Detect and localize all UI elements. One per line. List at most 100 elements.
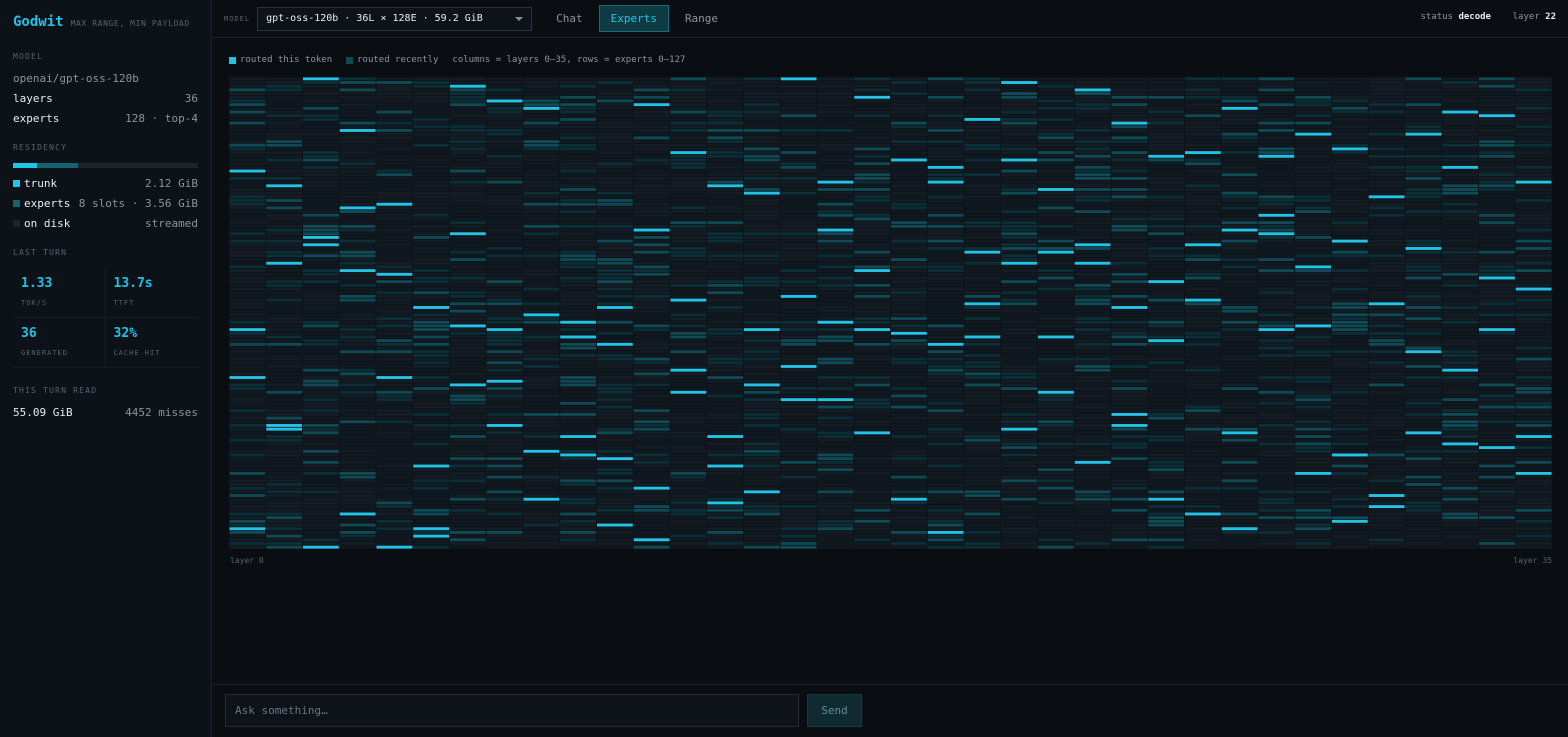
heatmap-cell xyxy=(486,147,523,151)
heatmap-cell xyxy=(523,213,560,217)
heatmap-cell xyxy=(339,342,376,346)
heatmap-cell xyxy=(1185,409,1221,413)
heatmap-cell xyxy=(1479,464,1515,468)
heatmap-cell xyxy=(1405,387,1442,391)
heatmap-cell xyxy=(486,77,523,81)
heatmap-cell xyxy=(1368,283,1405,287)
tab-chat[interactable]: Chat xyxy=(544,5,595,32)
heatmap-cell xyxy=(1332,180,1368,184)
heatmap-cell xyxy=(1111,438,1148,442)
heatmap-cell xyxy=(376,306,413,309)
heatmap-cell xyxy=(339,235,376,239)
heatmap-cell xyxy=(376,99,413,103)
tab-range[interactable]: Range xyxy=(673,5,730,32)
heatmap-cell xyxy=(339,453,376,457)
heatmap-cell xyxy=(1111,228,1148,232)
heatmap-cell xyxy=(817,501,854,505)
model-select[interactable]: gpt-oss-120b · 36L × 128E · 59.2 GiB xyxy=(257,6,533,31)
heatmap-cell xyxy=(450,390,486,394)
chat-input[interactable] xyxy=(225,694,799,727)
heatmap-cell xyxy=(817,125,854,129)
heatmap-cell xyxy=(817,173,854,177)
heatmap-cell xyxy=(1442,512,1478,516)
heatmap-cell xyxy=(1515,250,1552,254)
heatmap-cell xyxy=(1074,199,1111,202)
heatmap-cell xyxy=(1332,283,1368,287)
heatmap-cell xyxy=(1405,306,1442,309)
heatmap-cell xyxy=(1479,294,1515,298)
model-name: openai/gpt-oss-120b xyxy=(13,72,139,85)
heatmap-cell xyxy=(780,306,817,309)
heatmap-cell xyxy=(413,394,449,398)
heatmap-cell xyxy=(1515,328,1552,332)
heatmap-cell xyxy=(1148,213,1184,217)
heatmap-cell xyxy=(486,438,523,442)
heatmap-cell xyxy=(1368,398,1405,402)
heatmap-cell xyxy=(303,431,339,435)
heatmap-cell xyxy=(1405,291,1442,295)
heatmap-cell xyxy=(817,394,854,398)
heatmap-cell xyxy=(854,99,890,103)
heatmap-cell xyxy=(780,508,817,512)
heatmap-cell xyxy=(1038,449,1074,453)
heatmap-cell xyxy=(413,165,449,169)
heatmap-cell xyxy=(633,180,670,184)
heatmap-cell xyxy=(1332,235,1368,239)
heatmap-cell xyxy=(1368,217,1405,221)
heatmap-cell xyxy=(1111,147,1148,151)
heatmap-cell xyxy=(744,88,780,92)
heatmap-cell-routed xyxy=(1111,306,1148,309)
heatmap-cell xyxy=(707,213,743,217)
heatmap-cell xyxy=(1221,350,1258,354)
heatmap-cell xyxy=(1001,328,1037,332)
heatmap-cell xyxy=(1221,372,1258,376)
send-button[interactable]: Send xyxy=(807,694,862,727)
heatmap-cell xyxy=(1515,324,1552,328)
heatmap-cell xyxy=(1332,143,1368,147)
heatmap-cell xyxy=(1332,379,1368,383)
heatmap-cell xyxy=(1258,357,1295,361)
heatmap-cell xyxy=(1111,287,1148,291)
heatmap-cell xyxy=(707,460,743,464)
heatmap-cell xyxy=(817,235,854,239)
heatmap-cell xyxy=(413,335,449,339)
heatmap-cell xyxy=(1405,483,1442,486)
heatmap-cell xyxy=(780,272,817,276)
heatmap-cell xyxy=(413,361,449,365)
heatmap-cell xyxy=(1148,361,1184,365)
heatmap-cell xyxy=(229,77,266,81)
heatmap-cell xyxy=(1515,121,1552,125)
heatmap-cell xyxy=(891,121,927,125)
heatmap-cell xyxy=(229,438,266,442)
tab-experts[interactable]: Experts xyxy=(598,5,669,32)
heatmap-cell xyxy=(450,424,486,427)
heatmap-cell xyxy=(1148,398,1184,402)
heatmap-cell xyxy=(413,519,449,523)
heatmap-cell xyxy=(707,372,743,376)
heatmap-cell xyxy=(376,173,413,177)
heatmap-cell xyxy=(523,173,560,177)
heatmap-cell xyxy=(964,309,1001,313)
heatmap-cell xyxy=(1148,258,1184,261)
heatmap-cell xyxy=(670,328,707,332)
heatmap-cell xyxy=(303,483,339,486)
heatmap-cell xyxy=(1258,84,1295,88)
heatmap-cell xyxy=(1515,449,1552,453)
heatmap-cell xyxy=(1185,405,1221,409)
heatmap-cell xyxy=(303,287,339,291)
heatmap-cell xyxy=(229,136,266,140)
heatmap-cell xyxy=(744,247,780,250)
heatmap-cell xyxy=(229,494,266,497)
heatmap-cell xyxy=(670,184,707,188)
heatmap-cell xyxy=(670,365,707,368)
heatmap-cell-routed xyxy=(1074,460,1111,464)
heatmap-cell xyxy=(891,88,927,92)
heatmap-cell xyxy=(1111,401,1148,405)
heatmap-cell xyxy=(1221,342,1258,346)
heatmap-cell xyxy=(376,254,413,258)
heatmap-cell-routed xyxy=(1185,512,1221,516)
heatmap-cell xyxy=(964,136,1001,140)
heatmap-cell xyxy=(413,353,449,357)
heatmap-cell xyxy=(1185,154,1221,158)
heatmap-cell xyxy=(1479,143,1515,147)
